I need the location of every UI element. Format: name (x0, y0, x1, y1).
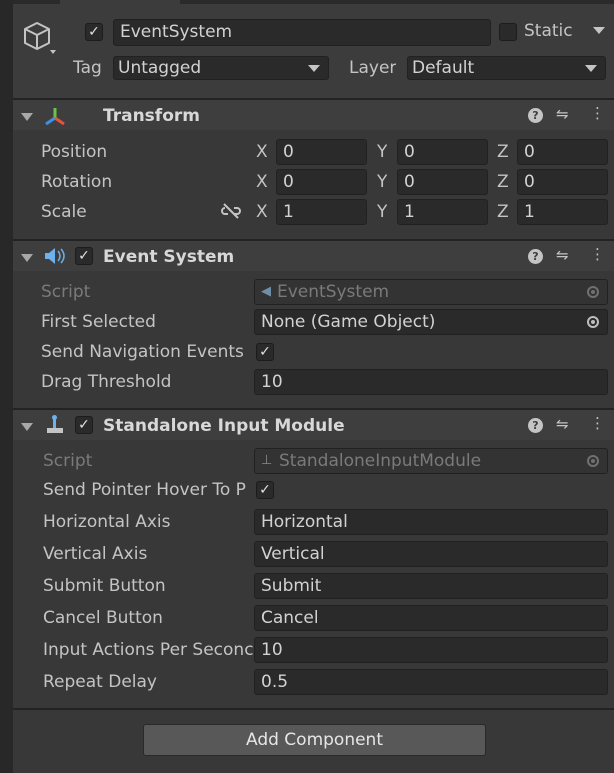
rotation-x-field[interactable]: 0 (276, 169, 367, 195)
repeat-delay-field[interactable]: 0.5 (254, 669, 608, 695)
presets-icon[interactable]: ⇋ (556, 415, 569, 433)
send-navigation-events-label: Send Navigation Events (41, 342, 244, 362)
presets-icon[interactable]: ⇋ (556, 246, 569, 264)
axis-y-label: Y (377, 172, 388, 192)
divider (13, 708, 614, 710)
script-label: Script (41, 282, 91, 302)
axis-x-label: X (256, 202, 268, 222)
axis-y-label: Y (377, 142, 388, 162)
event-system-enabled-checkbox[interactable]: ✓ (75, 247, 93, 265)
foldout-arrow-icon[interactable] (21, 423, 33, 431)
more-options-icon[interactable]: ⋮ (590, 104, 605, 122)
vertical-axis-label: Vertical Axis (43, 544, 148, 564)
constrain-proportions-icon[interactable] (221, 203, 241, 219)
static-label: Static (524, 21, 573, 41)
more-options-icon[interactable]: ⋮ (590, 414, 605, 432)
script-value: EventSystem (277, 282, 390, 302)
position-z-field[interactable]: 0 (517, 139, 608, 165)
scale-x-field[interactable]: 1 (276, 199, 367, 225)
transform-title: Transform (103, 106, 200, 126)
axis-z-label: Z (497, 172, 509, 192)
axis-x-label: X (256, 142, 268, 162)
position-label: Position (41, 142, 108, 162)
send-pointer-hover-checkbox[interactable]: ✓ (256, 481, 274, 499)
position-y-field[interactable]: 0 (397, 139, 488, 165)
script-value: StandaloneInputModule (279, 451, 482, 471)
scale-y-field[interactable]: 1 (397, 199, 488, 225)
drag-threshold-label: Drag Threshold (41, 372, 172, 392)
help-icon[interactable]: ? (528, 418, 543, 433)
transform-icon (45, 108, 65, 126)
first-selected-value: None (Game Object) (261, 312, 436, 332)
send-navigation-events-checkbox[interactable]: ✓ (256, 343, 274, 361)
active-checkbox[interactable]: ✓ (85, 23, 103, 41)
presets-icon[interactable]: ⇋ (556, 105, 569, 123)
layer-dropdown[interactable]: Default (407, 56, 606, 80)
event-system-title: Event System (103, 247, 235, 267)
static-dropdown-icon[interactable] (593, 27, 605, 34)
first-selected-field[interactable]: None (Game Object) (254, 309, 608, 335)
script-field[interactable]: ⊥ StandaloneInputModule (254, 448, 608, 474)
more-options-icon[interactable]: ⋮ (590, 245, 605, 263)
object-picker-icon[interactable] (587, 316, 599, 328)
tag-value: Untagged (118, 58, 202, 78)
submit-button-field[interactable]: Submit (254, 573, 608, 599)
tag-dropdown[interactable]: Untagged (113, 56, 329, 80)
drag-threshold-field[interactable]: 10 (254, 369, 608, 395)
static-checkbox[interactable] (499, 23, 517, 41)
script-label: Script (43, 451, 93, 471)
script-field[interactable]: ◀ EventSystem (254, 279, 608, 305)
first-selected-label: First Selected (41, 312, 156, 332)
help-icon[interactable]: ? (528, 108, 543, 123)
horizontal-axis-field[interactable]: Horizontal (254, 509, 608, 535)
rotation-z-field[interactable]: 0 (517, 169, 608, 195)
rotation-label: Rotation (41, 172, 113, 192)
submit-button-label: Submit Button (43, 576, 166, 596)
axis-z-label: Z (497, 202, 509, 222)
chevron-down-icon (585, 65, 597, 72)
event-system-icon (45, 248, 65, 264)
send-pointer-hover-label: Send Pointer Hover To P (43, 480, 246, 500)
axis-x-label: X (256, 172, 268, 192)
left-panel-edge (0, 0, 13, 773)
layer-value: Default (412, 58, 475, 78)
cancel-button-label: Cancel Button (43, 608, 163, 628)
rotation-y-field[interactable]: 0 (397, 169, 488, 195)
position-x-field[interactable]: 0 (276, 139, 367, 165)
axis-y-label: Y (377, 202, 388, 222)
standalone-enabled-checkbox[interactable]: ✓ (75, 416, 93, 434)
layer-label: Layer (349, 58, 397, 78)
gameobject-cube-icon[interactable] (22, 20, 56, 56)
object-picker-icon[interactable] (587, 286, 599, 298)
object-name-field[interactable]: EventSystem (113, 19, 491, 46)
input-actions-per-second-field[interactable]: 10 (254, 637, 608, 663)
scale-label: Scale (41, 202, 87, 222)
repeat-delay-label: Repeat Delay (43, 672, 157, 692)
scale-z-field[interactable]: 1 (517, 199, 608, 225)
script-icon: ◀ (261, 284, 271, 299)
vertical-axis-field[interactable]: Vertical (254, 541, 608, 567)
foldout-arrow-icon[interactable] (21, 113, 33, 121)
axis-z-label: Z (497, 142, 509, 162)
object-picker-icon[interactable] (587, 455, 599, 467)
script-icon: ⊥ (261, 453, 273, 468)
foldout-arrow-icon[interactable] (21, 254, 33, 262)
cancel-button-field[interactable]: Cancel (254, 605, 608, 631)
horizontal-axis-label: Horizontal Axis (43, 512, 171, 532)
input-module-icon (47, 415, 63, 433)
tag-label: Tag (73, 58, 102, 78)
input-actions-per-second-label: Input Actions Per Seconc (43, 640, 254, 660)
standalone-input-module-title: Standalone Input Module (103, 416, 345, 436)
help-icon[interactable]: ? (528, 249, 543, 264)
add-component-button[interactable]: Add Component (143, 724, 486, 756)
chevron-down-icon (308, 65, 320, 72)
